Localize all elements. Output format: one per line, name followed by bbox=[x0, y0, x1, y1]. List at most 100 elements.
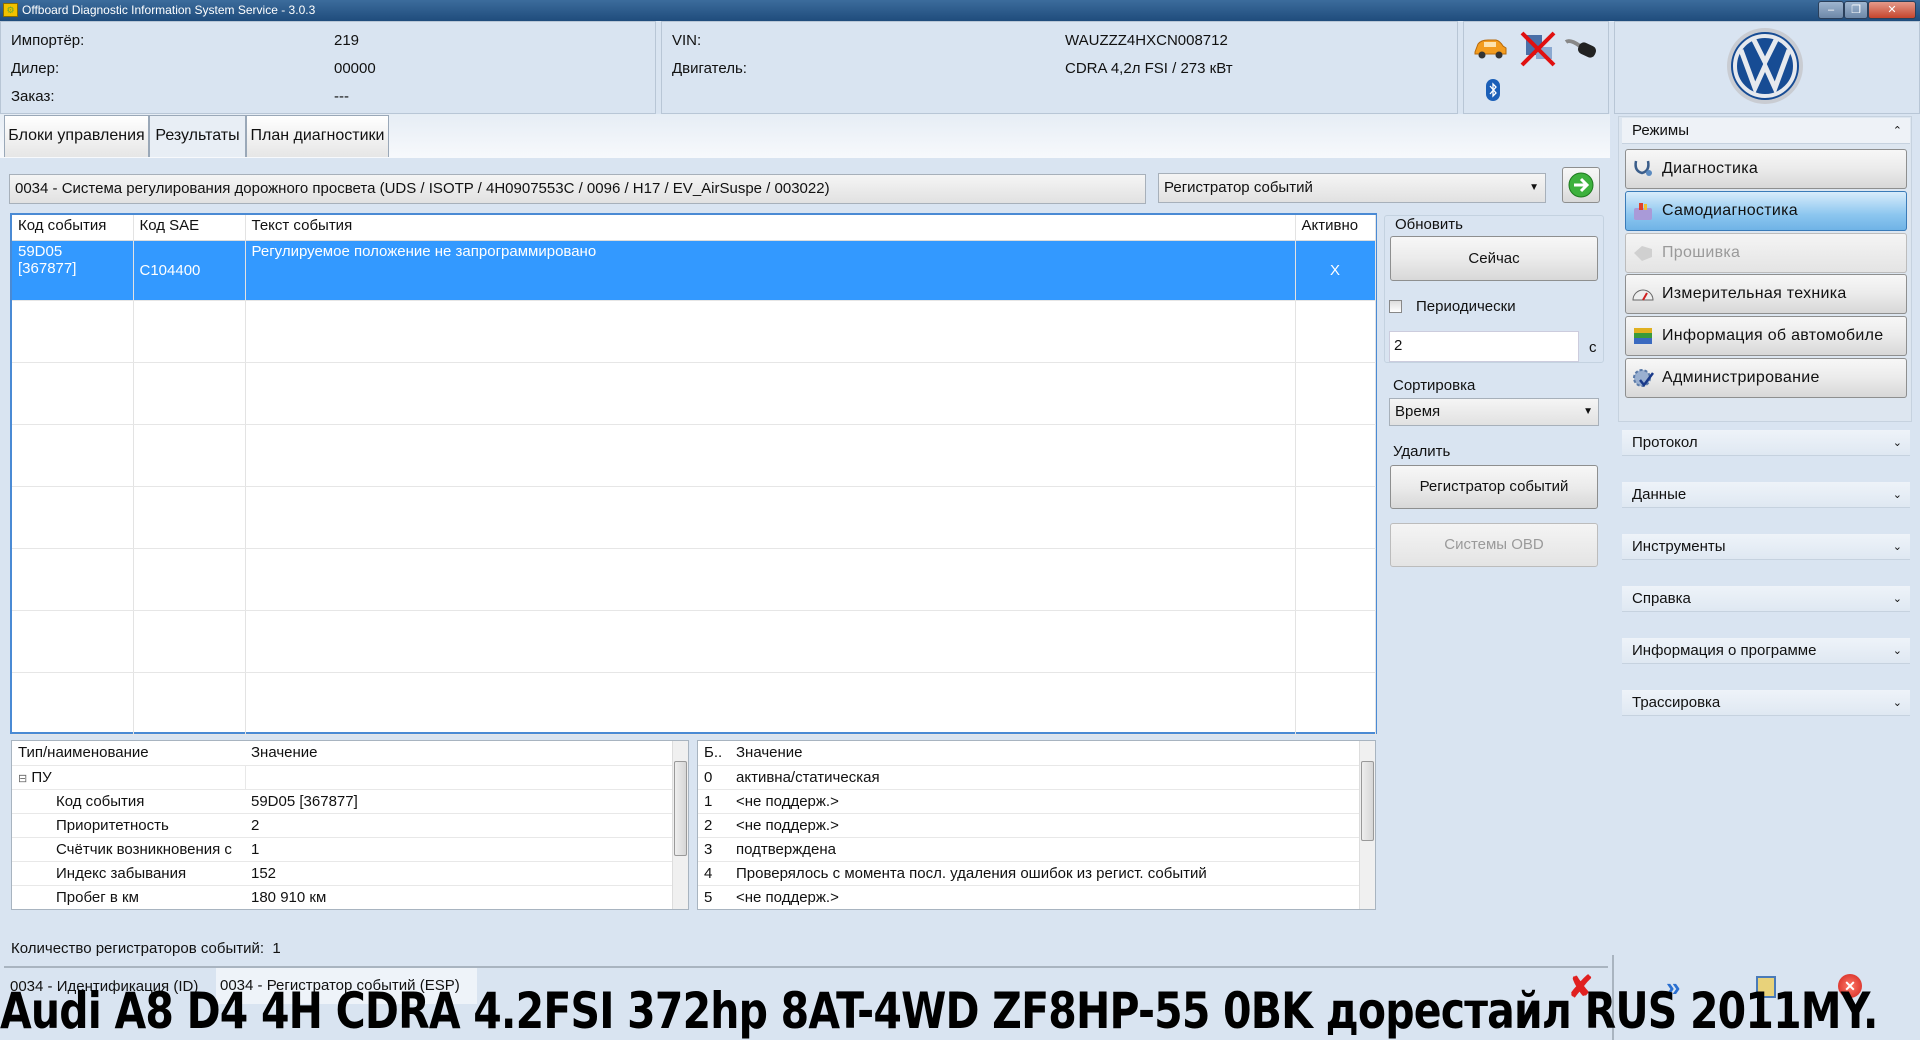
collapse-icon[interactable]: ⊟ bbox=[18, 773, 27, 785]
column-header-active[interactable]: Активно bbox=[1295, 215, 1376, 241]
bit-number: 5 bbox=[698, 885, 730, 909]
status-row[interactable]: 2 <не поддерж.> bbox=[698, 813, 1359, 838]
refresh-label: Обновить bbox=[1393, 216, 1465, 233]
event-code-decimal: [367877] bbox=[18, 259, 77, 277]
detail-value: 180 910 км bbox=[245, 885, 672, 909]
chevron-up-icon: ⌃ bbox=[1892, 125, 1902, 137]
close-window-button[interactable]: ✕ bbox=[1868, 1, 1916, 19]
mode-flashing[interactable]: Прошивка bbox=[1625, 233, 1907, 273]
sae-code: C104400 bbox=[133, 240, 246, 301]
column-header-value[interactable]: Значение bbox=[730, 741, 1359, 766]
details-row[interactable]: Приоритетность 2 bbox=[12, 813, 672, 838]
maximize-button[interactable]: ❐ bbox=[1844, 1, 1868, 19]
tab-diagnostic-plan[interactable]: План диагностики bbox=[246, 115, 389, 157]
importer-label: Импортёр: bbox=[11, 32, 85, 49]
interval-input[interactable]: 2 bbox=[1389, 331, 1579, 362]
engine-value: CDRA 4,2л FSI / 273 кВт bbox=[1065, 60, 1233, 77]
mode-vehicle-info[interactable]: Информация об автомобиле bbox=[1625, 316, 1907, 356]
bit-value: Проверялось с момента посл. удаления оши… bbox=[730, 861, 1359, 886]
bit-value: <не поддерж.> bbox=[730, 885, 1359, 909]
details-row[interactable]: Код события 59D05 [367877] bbox=[12, 789, 672, 814]
status-row[interactable]: 0 активна/статическая bbox=[698, 765, 1359, 790]
detail-name: Код события bbox=[12, 789, 245, 814]
bluetooth-icon bbox=[1486, 79, 1500, 101]
chevron-down-icon: ⌄ bbox=[1892, 593, 1902, 605]
books-icon bbox=[1634, 328, 1652, 344]
mode-self-diagnosis[interactable]: Самодиагностика bbox=[1625, 191, 1907, 231]
refresh-now-button[interactable]: Сейчас bbox=[1390, 236, 1598, 281]
stethoscope-icon bbox=[1634, 160, 1652, 176]
scrollbar-thumb[interactable] bbox=[1361, 761, 1374, 841]
tab-control-units[interactable]: Блоки управления bbox=[4, 115, 149, 157]
toolbox-icon bbox=[1634, 203, 1652, 220]
event-text: Регулируемое положение не запрограммиров… bbox=[245, 240, 1296, 301]
dealer-info-panel: Импортёр: 219 Дилер: 00000 Заказ: --- bbox=[0, 21, 656, 114]
column-header-sae-code[interactable]: Код SAE bbox=[133, 215, 246, 241]
modes-header[interactable]: Режимы ⌃ bbox=[1622, 118, 1910, 144]
details-scrollbar[interactable] bbox=[672, 741, 688, 909]
mode-measurement[interactable]: Измерительная техника bbox=[1625, 274, 1907, 314]
mode-administration[interactable]: Администрирование bbox=[1625, 358, 1907, 398]
obd-systems-button[interactable]: Системы OBD bbox=[1390, 523, 1598, 567]
tab-results[interactable]: Результаты bbox=[149, 115, 246, 157]
window-title: Offboard Diagnostic Information System S… bbox=[22, 3, 316, 17]
table-header-row: Код события Код SAE Текст события Активн… bbox=[12, 215, 1376, 241]
section-protocol[interactable]: Протокол ⌄ bbox=[1622, 430, 1910, 456]
column-header-event-text[interactable]: Текст события bbox=[245, 215, 1296, 241]
group-label: ПУ bbox=[31, 768, 52, 786]
mode-dropdown[interactable]: Регистратор событий ▼ bbox=[1158, 173, 1546, 203]
section-tracing[interactable]: Трассировка ⌄ bbox=[1622, 690, 1910, 716]
bit-number: 1 bbox=[698, 789, 730, 814]
section-tools[interactable]: Инструменты ⌄ bbox=[1622, 534, 1910, 560]
connection-status-panel bbox=[1463, 21, 1609, 114]
section-help[interactable]: Справка ⌄ bbox=[1622, 586, 1910, 612]
order-label: Заказ: bbox=[11, 88, 55, 105]
status-row[interactable]: 3 подтверждена bbox=[698, 837, 1359, 862]
interval-unit: с bbox=[1589, 339, 1597, 356]
arrow-right-icon bbox=[1568, 172, 1594, 198]
status-bits-table: Б.. Значение 0 активна/статическая 1 <не по… bbox=[697, 740, 1376, 910]
column-header-value[interactable]: Значение bbox=[245, 741, 672, 766]
table-row[interactable]: 59D05 [367877] C104400 Регулируемое полож… bbox=[12, 240, 1376, 301]
delete-event-memory-button[interactable]: Регистратор событий bbox=[1390, 465, 1598, 509]
status-row[interactable]: 1 <не поддерж.> bbox=[698, 789, 1359, 814]
column-header-bit[interactable]: Б.. bbox=[698, 741, 730, 766]
status-row[interactable]: 4 Проверялось с момента посл. удаления ош… bbox=[698, 861, 1359, 886]
section-about[interactable]: Информация о программе ⌄ bbox=[1622, 638, 1910, 664]
empty-row bbox=[12, 610, 1376, 673]
status-row[interactable]: 5 <не поддерж.> bbox=[698, 885, 1359, 909]
section-label: Данные bbox=[1632, 486, 1687, 503]
detail-name: Счётчик возникновения с bbox=[12, 837, 245, 862]
gear-check-icon bbox=[1633, 369, 1654, 388]
details-row[interactable]: Пробег в км 180 910 км bbox=[12, 885, 672, 909]
column-header-event-code[interactable]: Код события bbox=[12, 215, 134, 241]
column-header-type[interactable]: Тип/наименование bbox=[12, 741, 245, 766]
bit-number: 2 bbox=[698, 813, 730, 838]
bit-number: 4 bbox=[698, 861, 730, 886]
empty-row bbox=[12, 424, 1376, 487]
mode-label: Администрирование bbox=[1662, 369, 1820, 386]
vin-label: VIN: bbox=[672, 32, 702, 49]
section-data[interactable]: Данные ⌄ bbox=[1622, 482, 1910, 508]
status-scrollbar[interactable] bbox=[1359, 741, 1375, 909]
section-label: Инструменты bbox=[1632, 538, 1726, 555]
minimize-button[interactable]: – bbox=[1818, 1, 1844, 19]
delete-label: Удалить bbox=[1393, 443, 1451, 460]
sort-select[interactable]: Время ▼ bbox=[1389, 398, 1599, 426]
mode-diagnostics[interactable]: Диагностика bbox=[1625, 149, 1907, 189]
detail-name: Индекс забывания bbox=[12, 861, 245, 886]
empty-row bbox=[12, 362, 1376, 425]
details-row[interactable]: Индекс забывания 152 bbox=[12, 861, 672, 886]
chevron-down-icon: ⌄ bbox=[1892, 437, 1902, 449]
chevron-down-icon: ⌄ bbox=[1892, 697, 1902, 709]
network-disconnected-icon bbox=[1520, 31, 1556, 67]
tree-group-row[interactable]: ⊟ ПУ bbox=[12, 765, 672, 790]
go-button[interactable] bbox=[1562, 167, 1600, 203]
bit-value: подтверждена bbox=[730, 837, 1359, 862]
periodic-checkbox[interactable] bbox=[1389, 300, 1402, 313]
active-flag: X bbox=[1295, 240, 1376, 301]
details-row[interactable]: Счётчик возникновения с1 bbox=[12, 837, 672, 862]
bit-number: 0 bbox=[698, 765, 730, 790]
gauge-icon bbox=[1632, 289, 1654, 301]
scrollbar-thumb[interactable] bbox=[674, 761, 687, 856]
